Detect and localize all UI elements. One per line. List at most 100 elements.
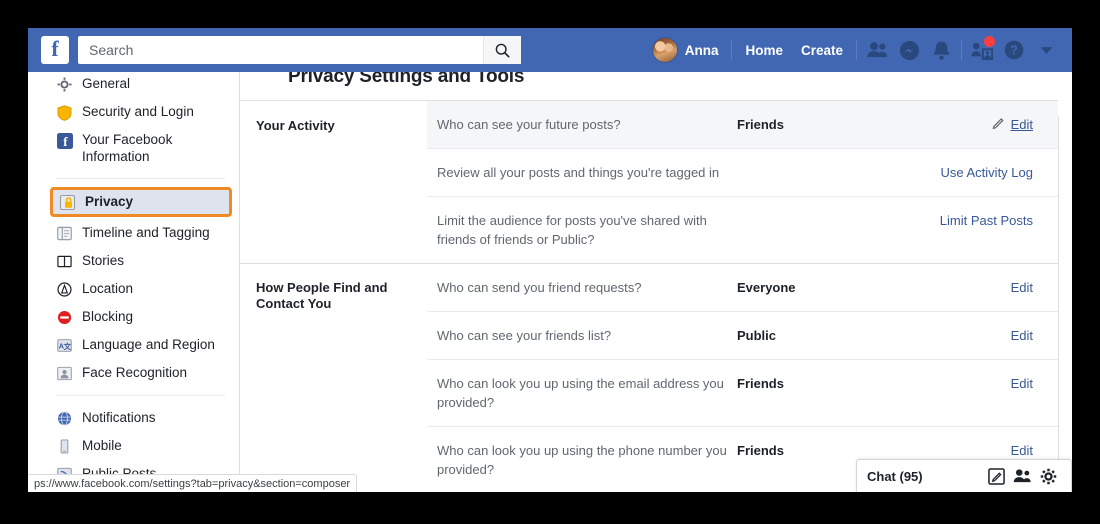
sidebar-item-face-recognition[interactable]: Face Recognition [28, 359, 239, 387]
setting-question: Who can look you up using the email addr… [437, 374, 737, 412]
setting-value: Friends [737, 374, 937, 393]
home-link[interactable]: Home [736, 35, 792, 65]
edit-button[interactable]: Edit [937, 115, 1033, 134]
sidebar-item-label: Face Recognition [82, 364, 187, 381]
edit-label: Edit [1011, 374, 1033, 393]
content-right-border [1058, 116, 1059, 492]
edit-label: Edit [1011, 115, 1033, 134]
limit-past-posts-button[interactable]: Limit Past Posts [937, 211, 1033, 230]
nav-divider [961, 40, 962, 60]
book-icon [56, 253, 73, 270]
status-bar-url: ps://www.facebook.com/settings?tab=priva… [28, 474, 357, 492]
settings-sidebar: General Security and Login f Your Facebo… [28, 72, 240, 492]
face-icon [56, 365, 73, 382]
search-input[interactable] [78, 37, 478, 63]
use-activity-log-button[interactable]: Use Activity Log [937, 163, 1033, 182]
setting-question: Who can send you friend requests? [437, 278, 737, 297]
table-row[interactable]: Who can see your future posts? Friends E… [427, 101, 1058, 149]
facebook-f-icon: f [56, 132, 73, 149]
shield-icon [56, 104, 73, 121]
gear-icon[interactable] [1035, 468, 1061, 485]
setting-value: Everyone [737, 278, 937, 297]
page-title: Privacy Settings and Tools [240, 72, 1072, 88]
search-box[interactable] [78, 36, 521, 64]
svg-text:f: f [63, 134, 68, 149]
privacy-settings-main: Privacy Settings and Tools Your Activity… [240, 72, 1072, 492]
browser-viewport: f Anna Home Create [28, 28, 1072, 492]
svg-text:?: ? [1010, 44, 1018, 58]
profile-link[interactable]: Anna [643, 35, 728, 65]
sidebar-item-label: Mobile [82, 437, 122, 454]
sidebar-item-notifications[interactable]: Notifications [28, 404, 239, 432]
edit-button[interactable]: Edit [937, 278, 1033, 297]
avatar [652, 37, 678, 63]
block-icon [56, 309, 73, 326]
setting-question: Review all your posts and things you're … [437, 163, 737, 182]
action-label: Use Activity Log [941, 163, 1034, 182]
table-row[interactable]: Who can send you friend requests? Everyo… [427, 264, 1058, 312]
nav-divider [856, 40, 857, 60]
sidebar-item-label: Privacy [85, 193, 133, 210]
chat-bar[interactable]: Chat (95) [856, 459, 1072, 492]
sidebar-item-label: Stories [82, 252, 124, 269]
section-title: Your Activity [240, 101, 427, 134]
create-link[interactable]: Create [792, 35, 852, 65]
pencil-icon [992, 115, 1005, 134]
edit-label: Edit [1011, 441, 1033, 460]
sidebar-item-privacy[interactable]: Privacy [50, 187, 232, 217]
gear-icon [56, 76, 73, 93]
sidebar-item-location[interactable]: Location [28, 275, 239, 303]
globe-icon [56, 410, 73, 427]
friend-requests-icon[interactable] [966, 35, 998, 65]
facebook-logo-icon[interactable]: f [41, 36, 69, 64]
sidebar-item-general[interactable]: General [28, 70, 239, 98]
setting-question: Who can look you up using the phone numb… [437, 441, 737, 479]
sidebar-item-timeline-and-tagging[interactable]: Timeline and Tagging [28, 219, 239, 247]
nav-divider [731, 40, 732, 60]
search-icon[interactable] [483, 36, 521, 64]
section-how-people-find-and-contact-you: How People Find and Contact You Who can … [240, 264, 1058, 492]
sidebar-item-label: Security and Login [82, 103, 194, 120]
sidebar-item-language-and-region[interactable]: A 文 Language and Region [28, 331, 239, 359]
notifications-bell-icon[interactable] [925, 35, 957, 65]
profile-name: Anna [685, 43, 719, 58]
sidebar-item-your-facebook-information[interactable]: f Your Facebook Information [28, 126, 239, 170]
messenger-icon[interactable] [893, 35, 925, 65]
edit-button[interactable]: Edit [937, 326, 1033, 345]
setting-question: Who can see your future posts? [437, 115, 737, 134]
section-title: How People Find and Contact You [240, 264, 427, 312]
padlock-icon [59, 194, 76, 211]
table-row[interactable]: Limit the audience for posts you've shar… [427, 197, 1058, 263]
sidebar-item-stories[interactable]: Stories [28, 247, 239, 275]
sidebar-item-label: General [82, 75, 130, 92]
sidebar-item-security-and-login[interactable]: Security and Login [28, 98, 239, 126]
table-row[interactable]: Who can see your friends list? Public Ed… [427, 312, 1058, 360]
edit-button[interactable]: Edit [937, 441, 1033, 460]
setting-question: Who can see your friends list? [437, 326, 737, 345]
topbar-right-nav: Anna Home Create [643, 28, 1062, 72]
help-icon[interactable]: ? [998, 35, 1030, 65]
location-icon [56, 281, 73, 298]
sidebar-item-label: Notifications [82, 409, 156, 426]
setting-question: Limit the audience for posts you've shar… [437, 211, 737, 249]
sidebar-item-label: Your Facebook Information [82, 131, 200, 165]
notification-badge [984, 36, 995, 47]
setting-value: Public [737, 326, 937, 345]
sidebar-divider [56, 395, 225, 396]
sidebar-item-label: Language and Region [82, 336, 215, 353]
sidebar-item-mobile[interactable]: Mobile [28, 432, 239, 460]
table-row[interactable]: Who can look you up using the email addr… [427, 360, 1058, 427]
edit-button[interactable]: Edit [937, 374, 1033, 393]
setting-value: Friends [737, 441, 937, 460]
sidebar-item-label: Blocking [82, 308, 133, 325]
setting-value: Friends [737, 115, 937, 134]
facebook-top-navbar: f Anna Home Create [28, 28, 1072, 72]
table-row[interactable]: Review all your posts and things you're … [427, 149, 1058, 197]
friends-icon[interactable] [861, 35, 893, 65]
compose-icon[interactable] [983, 468, 1009, 485]
account-chevron-down-icon[interactable] [1030, 35, 1062, 65]
privacy-settings-card: Your Activity Who can see your future po… [240, 100, 1058, 492]
friends-list-icon[interactable] [1009, 468, 1035, 484]
action-label: Limit Past Posts [940, 211, 1033, 230]
sidebar-item-blocking[interactable]: Blocking [28, 303, 239, 331]
